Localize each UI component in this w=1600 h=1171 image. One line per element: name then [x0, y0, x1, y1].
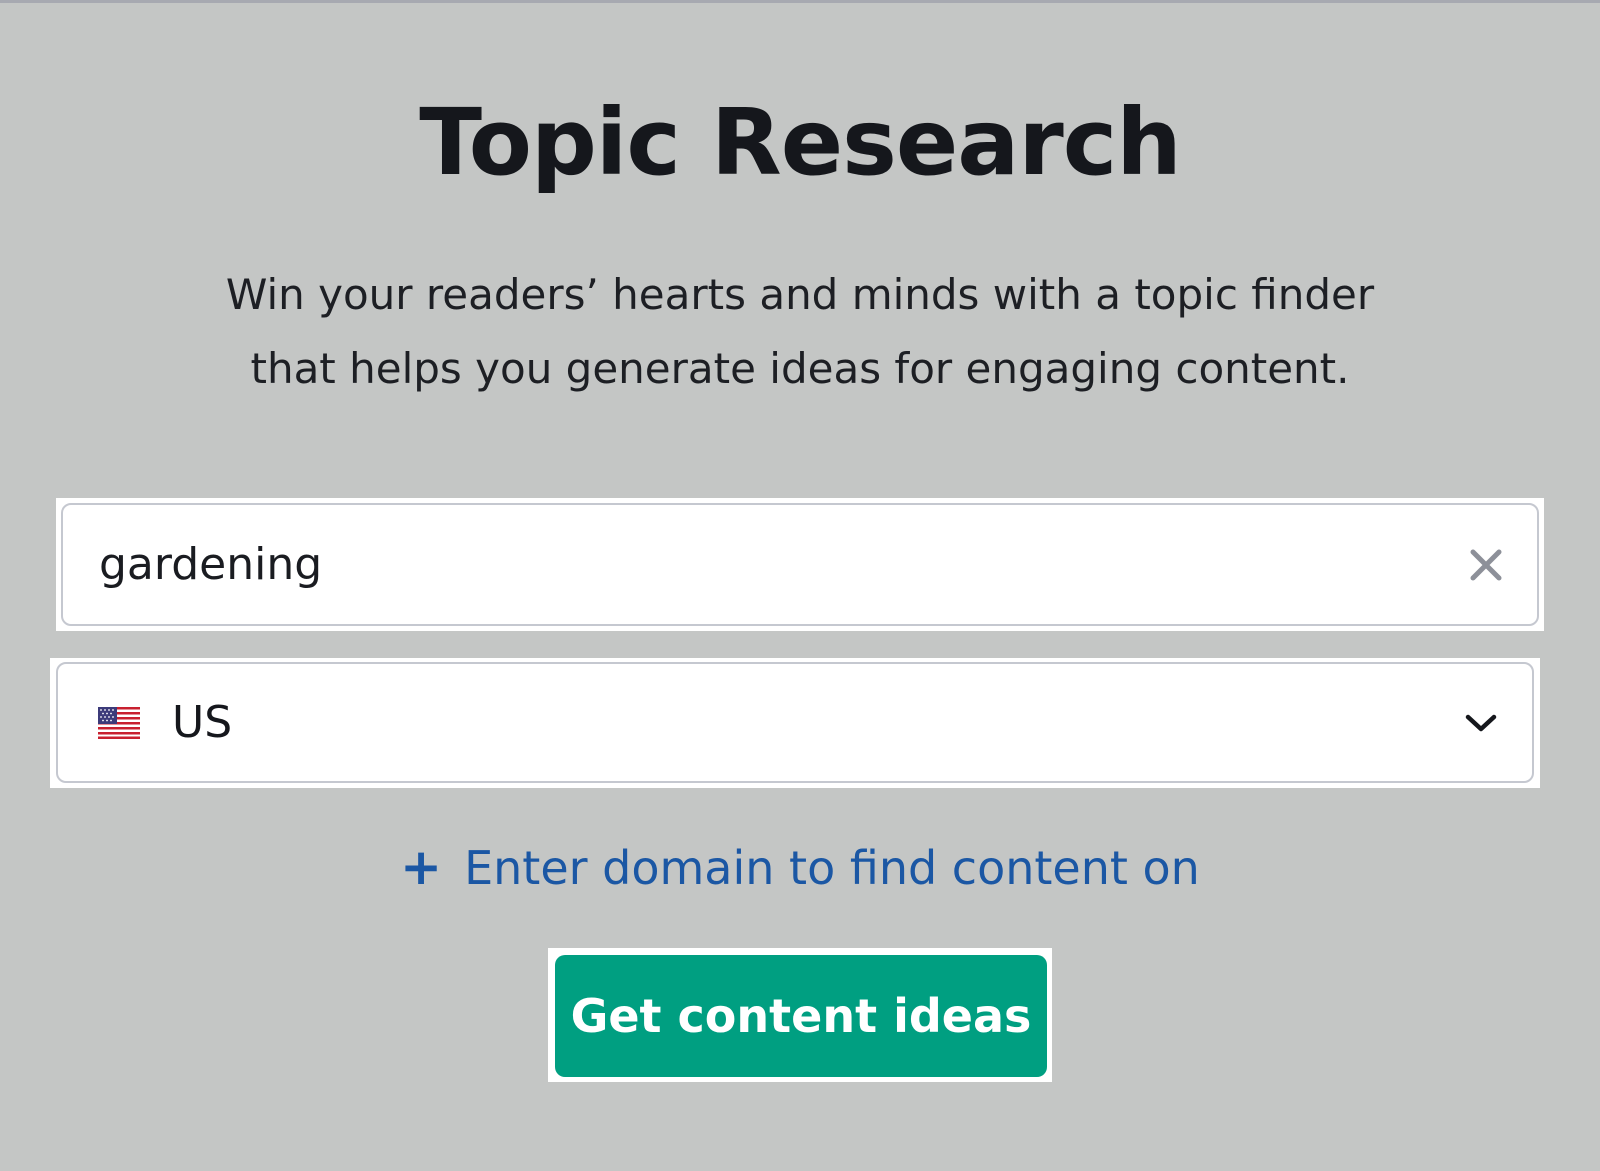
top-border [0, 0, 1600, 3]
page-title: Topic Research [419, 89, 1182, 196]
get-content-ideas-button[interactable]: Get content ideas [555, 955, 1047, 1077]
add-domain-label: Enter domain to find content on [464, 841, 1200, 895]
description-line-2: that helps you generate ideas for engagi… [250, 344, 1350, 393]
keyword-input[interactable]: gardening [61, 503, 1539, 626]
add-domain-link[interactable]: + Enter domain to find content on [0, 832, 1600, 903]
keyword-value: gardening [99, 539, 323, 590]
country-value: US [172, 697, 233, 748]
country-select[interactable]: US [56, 662, 1534, 783]
us-flag-icon [98, 706, 140, 739]
description-line-1: Win your readers’ hearts and minds with … [225, 270, 1375, 319]
chevron-down-icon[interactable] [1464, 712, 1498, 734]
close-icon[interactable] [1469, 548, 1503, 582]
page-description: Win your readers’ hearts and minds with … [0, 258, 1600, 406]
plus-icon: + [400, 838, 443, 896]
